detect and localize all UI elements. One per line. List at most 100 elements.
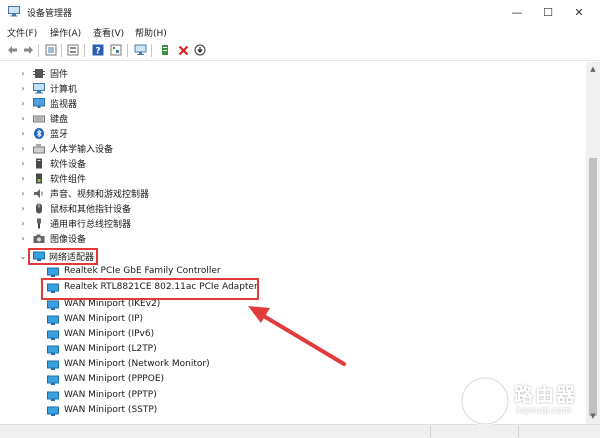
network-adapter-icon	[47, 406, 59, 416]
chevron-right-icon[interactable]: ›	[18, 186, 28, 201]
network-adapter-icon	[47, 360, 59, 370]
chevron-down-icon[interactable]: ⌄	[18, 249, 28, 264]
annotation-box-network-adapters	[28, 248, 98, 265]
tree-label: WAN Miniport (L2TP)	[64, 344, 157, 354]
tree-category-mouse[interactable]: › 鼠标和其他指针设备	[0, 201, 400, 216]
device-manager-icon	[8, 6, 20, 17]
tree-label: 人体学输入设备	[50, 145, 114, 155]
chevron-right-icon[interactable]: ›	[18, 201, 28, 216]
tree-item-adapter[interactable]: WAN Miniport (SSTP)	[0, 404, 500, 419]
camera-icon	[33, 234, 45, 243]
tree-label: 声音、视频和游戏控制器	[50, 190, 150, 200]
tree-label: WAN Miniport (IP)	[64, 314, 144, 324]
tree-category-computer[interactable]: › 计算机	[0, 81, 400, 96]
chevron-right-icon[interactable]: ›	[18, 96, 28, 111]
tree-category-bluetooth[interactable]: › 蓝牙	[0, 126, 400, 141]
chevron-right-icon[interactable]: ›	[18, 156, 28, 171]
chevron-right-icon[interactable]: ›	[18, 81, 28, 96]
scroll-up-icon[interactable]: ▲	[589, 65, 597, 73]
watermark-text: 路由器	[514, 384, 578, 406]
network-adapter-icon	[47, 315, 59, 325]
tree-label: 通用串行总线控制器	[50, 220, 132, 230]
tree-label: 监视器	[50, 100, 78, 110]
annotation-arrow	[248, 306, 346, 366]
tree-label: 固件	[50, 70, 69, 80]
close-button[interactable]: ✕	[558, 0, 600, 24]
chevron-right-icon[interactable]: ›	[18, 126, 28, 141]
svg-text:?: ?	[95, 47, 100, 57]
tree-category-monitor[interactable]: › 监视器	[0, 96, 400, 111]
help-icon[interactable]: ?	[91, 43, 105, 57]
uninstall-icon[interactable]	[176, 43, 190, 57]
software-component-icon	[36, 173, 42, 184]
network-adapter-icon	[47, 345, 59, 355]
title-bar: 设备管理器 — ☐ ✕	[0, 0, 600, 24]
forward-icon[interactable]	[21, 43, 35, 57]
tree-label: WAN Miniport (IPv6)	[64, 329, 155, 339]
scan-hardware-icon[interactable]	[133, 43, 147, 57]
menu-bar: 文件(F) 操作(A) 查看(V) 帮助(H)	[0, 24, 600, 40]
chevron-right-icon[interactable]: ›	[18, 141, 28, 156]
chevron-right-icon[interactable]: ›	[18, 66, 28, 81]
menu-file[interactable]: 文件(F)	[7, 26, 37, 39]
device-view-icon[interactable]	[44, 43, 58, 57]
tree-category-software-device[interactable]: › 软件设备	[0, 156, 400, 171]
bluetooth-icon	[34, 128, 44, 139]
menu-action[interactable]: 操作(A)	[50, 26, 81, 39]
network-adapter-icon	[47, 391, 59, 401]
tree-label: 图像设备	[50, 235, 87, 245]
tree-label: 软件组件	[50, 175, 87, 185]
chevron-right-icon[interactable]: ›	[18, 171, 28, 186]
vertical-scrollbar[interactable]: ▲ ▼	[586, 62, 600, 424]
tree-category-usb[interactable]: › 通用串行总线控制器	[0, 216, 400, 231]
mouse-icon	[36, 203, 42, 214]
chevron-right-icon[interactable]: ›	[18, 111, 28, 126]
properties-icon[interactable]	[66, 43, 80, 57]
tree-label: WAN Miniport (PPPOE)	[64, 374, 165, 384]
tree-label: 蓝牙	[50, 130, 69, 140]
network-adapter-icon	[47, 267, 59, 277]
tree-category-imaging[interactable]: › 图像设备	[0, 231, 400, 246]
menu-help[interactable]: 帮助(H)	[135, 26, 167, 39]
monitor-icon	[33, 98, 45, 108]
watermark-logo-icon	[460, 376, 510, 426]
network-adapter-icon	[47, 375, 59, 385]
tree-label: 键盘	[50, 115, 69, 125]
window-title: 设备管理器	[27, 9, 73, 19]
tree-label: 鼠标和其他指针设备	[50, 205, 132, 215]
device-tree: › 固件 › 计算机 › 监视器 › 键盘 › 蓝牙 › 人体学输入设备 › 软…	[0, 62, 586, 424]
keyboard-icon	[33, 115, 45, 123]
chevron-right-icon[interactable]: ›	[18, 231, 28, 246]
tree-label: Realtek PCIe GbE Family Controller	[64, 266, 221, 276]
tree-category-keyboard[interactable]: › 键盘	[0, 111, 400, 126]
tree-label: WAN Miniport (Network Monitor)	[64, 359, 210, 369]
tree-category-hid[interactable]: › 人体学输入设备	[0, 141, 400, 156]
hid-icon	[33, 144, 45, 154]
update-driver-icon[interactable]	[193, 43, 207, 57]
chevron-right-icon[interactable]: ›	[18, 216, 28, 231]
tree-label: WAN Miniport (IKEv2)	[64, 299, 161, 309]
tree-label: WAN Miniport (SSTP)	[64, 405, 158, 415]
tree-label: 软件设备	[50, 160, 87, 170]
firmware-icon	[33, 69, 45, 78]
tree-item-adapter[interactable]: WAN Miniport (PPPOE)	[0, 373, 500, 388]
status-bar	[0, 424, 600, 438]
watermark: 路由器 luyouqi.com	[460, 376, 592, 426]
tree-category-sound[interactable]: › 声音、视频和游戏控制器	[0, 186, 400, 201]
watermark-url: luyouqi.com	[516, 406, 572, 416]
resource-view-icon[interactable]	[109, 43, 123, 57]
menu-view[interactable]: 查看(V)	[93, 26, 124, 39]
sound-icon	[34, 189, 43, 198]
computer-icon	[33, 83, 45, 94]
toolbar: ?	[0, 41, 600, 61]
software-device-icon	[36, 158, 42, 169]
add-driver-icon[interactable]	[158, 43, 172, 57]
tree-item-adapter[interactable]: WAN Miniport (PPTP)	[0, 389, 500, 404]
tree-label: 计算机	[50, 85, 78, 95]
tree-label: WAN Miniport (PPTP)	[64, 390, 157, 400]
annotation-box-wireless-adapter	[41, 278, 259, 300]
back-icon[interactable]	[5, 43, 19, 57]
tree-category-software-component[interactable]: › 软件组件	[0, 171, 400, 186]
usb-icon	[37, 218, 41, 229]
tree-category-firmware[interactable]: › 固件	[0, 66, 400, 81]
